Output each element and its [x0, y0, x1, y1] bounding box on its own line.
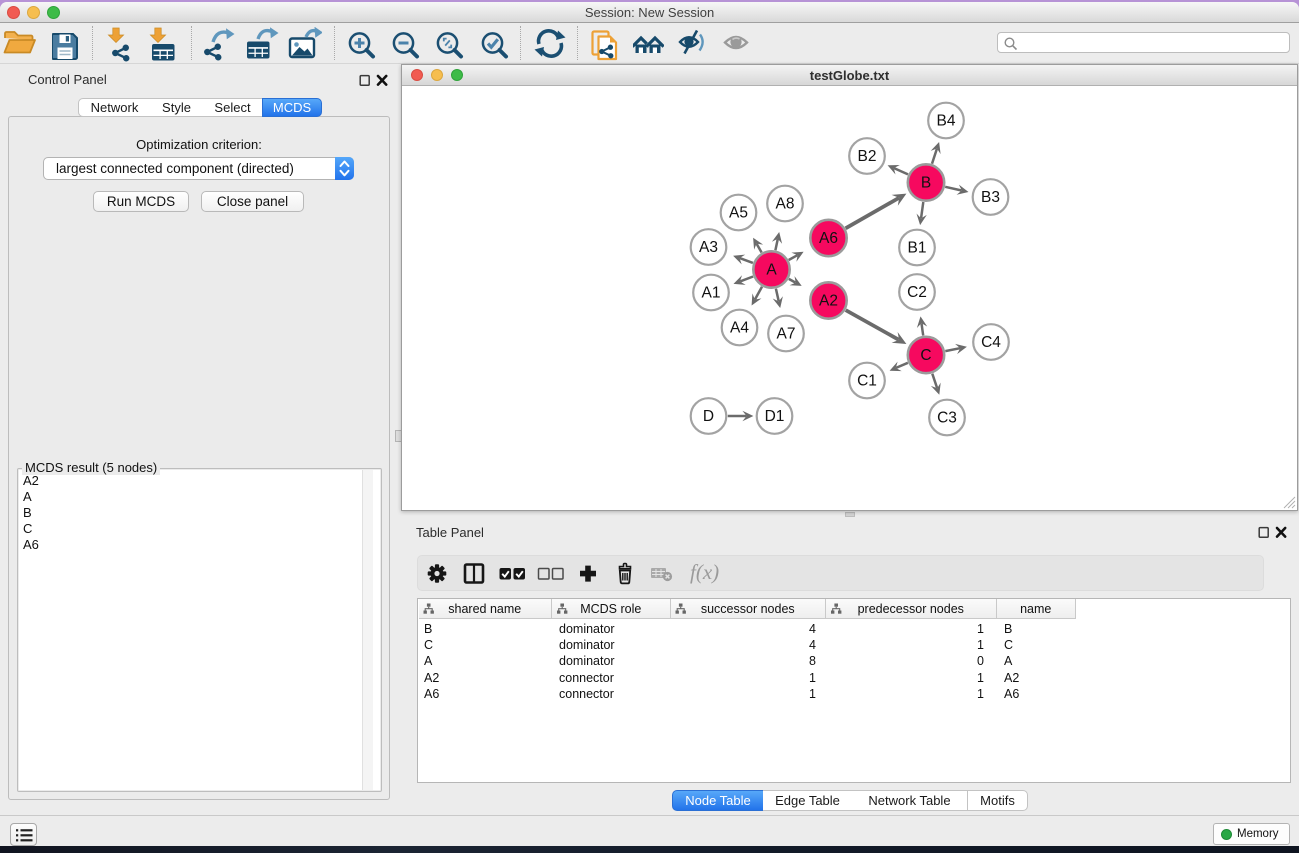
svg-text:C2: C2	[907, 284, 927, 301]
svg-text:B: B	[921, 175, 931, 192]
svg-text:C4: C4	[981, 334, 1001, 351]
svg-text:D1: D1	[765, 408, 785, 425]
svg-text:C3: C3	[937, 410, 957, 427]
svg-text:B3: B3	[981, 189, 1000, 206]
svg-text:A1: A1	[702, 285, 721, 302]
svg-text:D: D	[703, 408, 714, 425]
svg-text:B2: B2	[858, 148, 877, 165]
svg-text:A2: A2	[819, 293, 838, 310]
svg-text:A3: A3	[699, 239, 718, 256]
svg-text:B4: B4	[937, 113, 956, 130]
svg-text:A6: A6	[819, 230, 838, 247]
svg-text:A: A	[766, 262, 777, 279]
svg-text:A7: A7	[777, 326, 796, 343]
svg-text:A4: A4	[730, 320, 749, 337]
svg-text:A5: A5	[729, 205, 748, 222]
svg-text:A8: A8	[776, 196, 795, 213]
svg-text:C: C	[920, 347, 931, 364]
svg-text:B1: B1	[908, 240, 927, 257]
svg-text:C1: C1	[857, 373, 877, 390]
